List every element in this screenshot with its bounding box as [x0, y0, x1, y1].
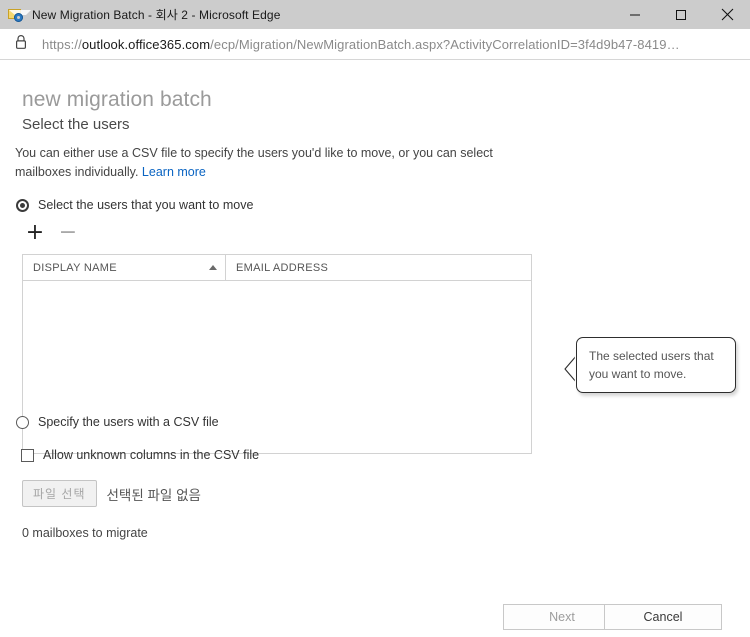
checkbox-allow-unknown-columns[interactable]: Allow unknown columns in the CSV file — [21, 448, 259, 462]
page-content: new migration batch Select the users You… — [0, 60, 750, 637]
page-subtitle: Select the users — [22, 116, 130, 133]
callout-tail-icon — [563, 353, 578, 384]
chosen-file-status: 선택된 파일 없음 — [106, 487, 201, 503]
intro-text: You can either use a CSV file to specify… — [15, 144, 545, 182]
padlock-icon — [14, 34, 28, 55]
learn-more-link[interactable]: Learn more — [142, 165, 206, 179]
maximize-icon[interactable] — [658, 0, 704, 29]
dialog-footer: Next Cancel — [0, 593, 750, 637]
radio-specify-csv-label: Specify the users with a CSV file — [38, 415, 219, 429]
mailbox-count-label: 0 mailboxes to migrate — [22, 526, 148, 540]
remove-user-button[interactable]: − — [57, 222, 79, 244]
url-text[interactable]: https://outlook.office365.com/ecp/Migrat… — [42, 37, 680, 52]
cancel-button[interactable]: Cancel — [604, 604, 722, 630]
column-header-email-address[interactable]: EMAIL ADDRESS — [226, 255, 531, 280]
exchange-admin-envelope-gear-icon — [8, 7, 31, 23]
address-bar[interactable]: https://outlook.office365.com/ecp/Migrat… — [0, 29, 750, 60]
radio-specify-csv-indicator[interactable] — [16, 415, 29, 429]
page-title: new migration batch — [22, 88, 212, 111]
url-scheme: https:// — [42, 36, 82, 52]
checkbox-allow-unknown-columns-label: Allow unknown columns in the CSV file — [43, 448, 260, 462]
choose-file-button[interactable]: 파일 선택 — [22, 480, 97, 507]
csv-file-picker: 파일 선택 선택된 파일 없음 — [22, 480, 201, 507]
column-header-display-name[interactable]: DISPLAY NAME — [23, 255, 226, 280]
selected-users-callout: The selected users that you want to move… — [576, 337, 736, 393]
close-icon[interactable] — [704, 0, 750, 29]
minimize-icon[interactable] — [612, 0, 658, 29]
window-controls — [612, 0, 750, 29]
users-table-header: DISPLAY NAME EMAIL ADDRESS — [23, 255, 531, 281]
checkbox-allow-unknown-columns-indicator[interactable] — [21, 448, 34, 462]
add-user-button[interactable]: + — [24, 222, 46, 244]
url-path: /ecp/Migration/NewMigrationBatch.aspx?Ac… — [210, 36, 680, 52]
column-header-email-address-label: EMAIL ADDRESS — [236, 261, 329, 274]
radio-select-users[interactable]: Select the users that you want to move — [16, 198, 253, 212]
radio-select-users-indicator[interactable] — [16, 198, 29, 212]
radio-select-users-label: Select the users that you want to move — [38, 198, 254, 212]
window-title: New Migration Batch - 회사 2 - Microsoft E… — [32, 8, 281, 22]
table-toolbar: + − — [24, 222, 79, 244]
sort-ascending-icon — [209, 264, 217, 270]
column-header-display-name-label: DISPLAY NAME — [33, 261, 117, 274]
url-host: outlook.office365.com — [81, 36, 211, 52]
intro-sentence: You can either use a CSV file to specify… — [15, 146, 493, 179]
callout-text: The selected users that you want to move… — [589, 349, 714, 381]
radio-specify-csv[interactable]: Specify the users with a CSV file — [16, 415, 219, 429]
window-titlebar: New Migration Batch - 회사 2 - Microsoft E… — [0, 0, 750, 29]
